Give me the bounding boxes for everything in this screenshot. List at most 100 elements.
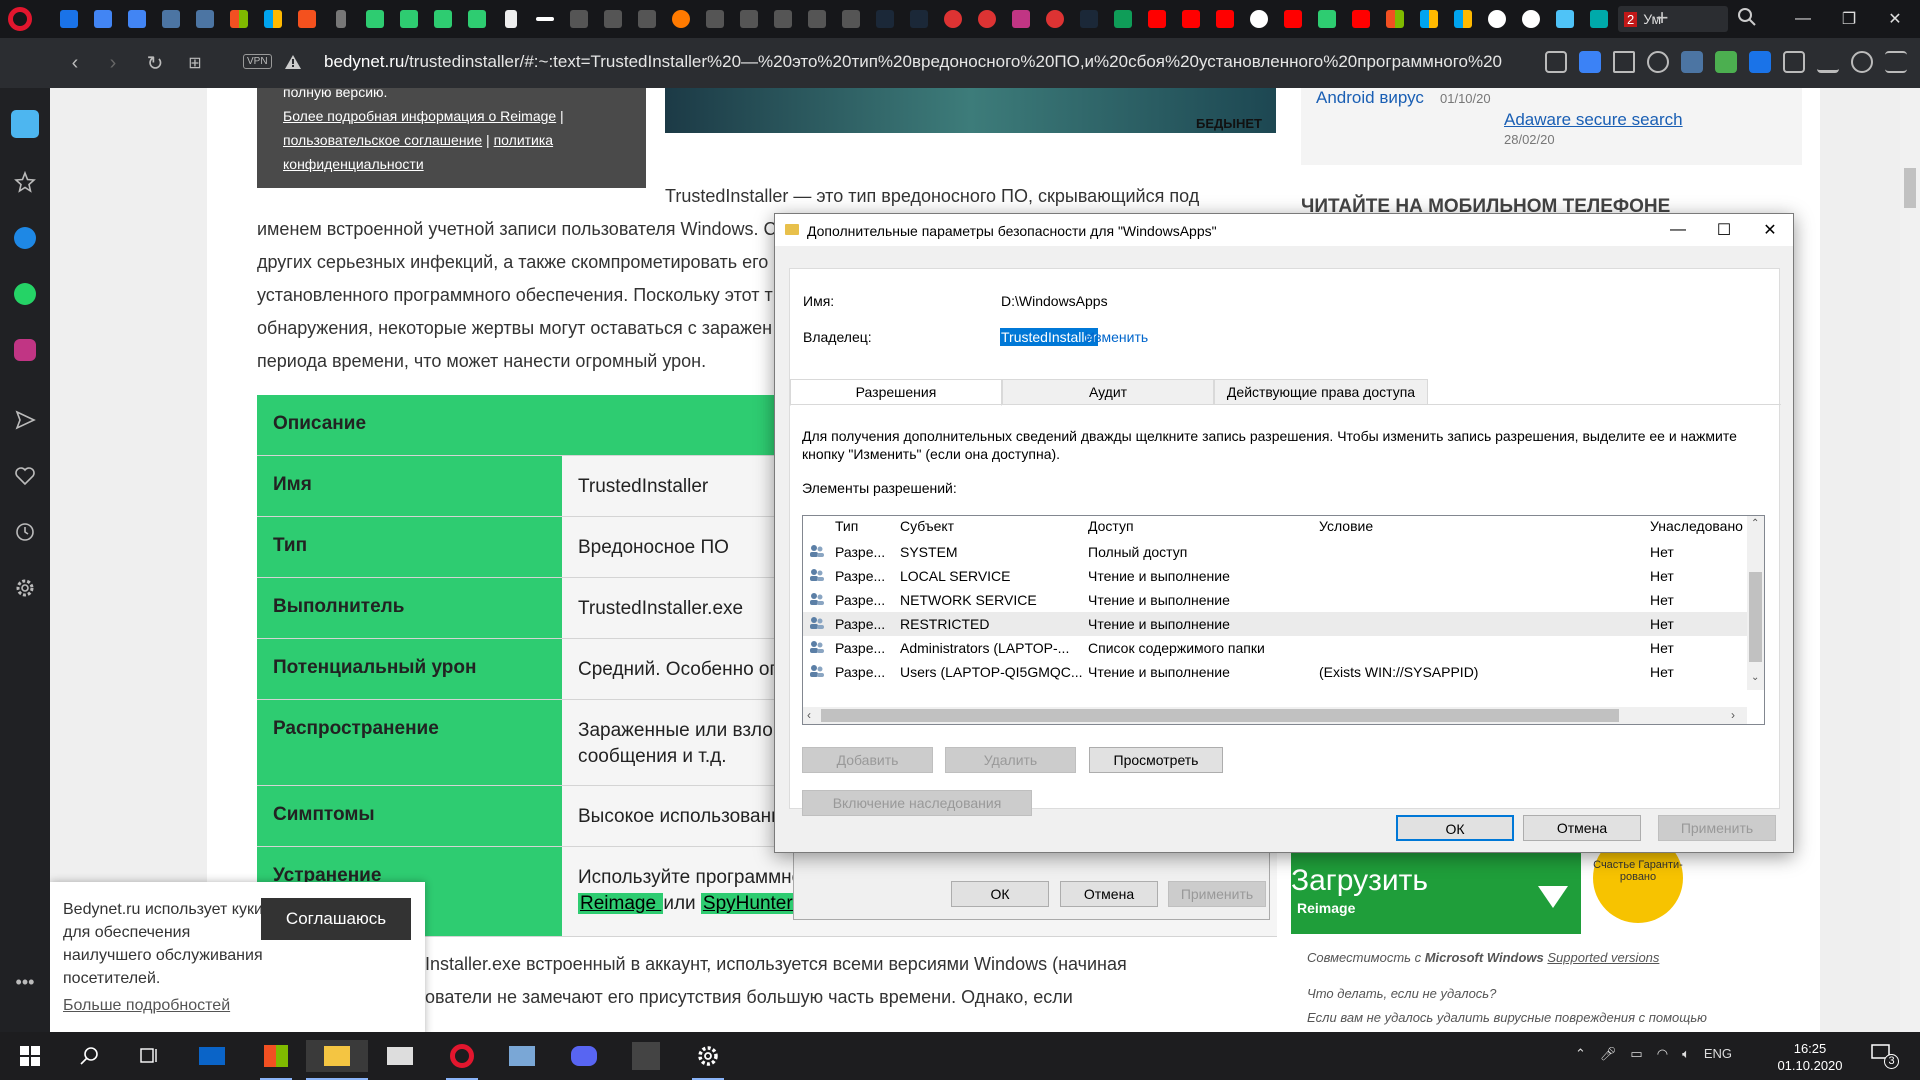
tab-favicon[interactable] <box>666 6 696 32</box>
box-icon[interactable] <box>1783 51 1805 73</box>
tabs-grid-icon[interactable]: ⊞ <box>182 50 208 76</box>
owner-change-link[interactable]: Изменить <box>1085 329 1148 345</box>
scroll-left-icon[interactable]: ‹ <box>807 708 811 722</box>
column-header[interactable]: Условие <box>1319 518 1373 534</box>
scrollbar-thumb[interactable] <box>1904 168 1916 208</box>
vscroll-thumb[interactable] <box>1749 572 1762 662</box>
scroll-right-icon[interactable]: › <box>1731 708 1735 722</box>
star-icon[interactable] <box>11 168 39 196</box>
tab-favicon[interactable] <box>54 6 84 32</box>
tab-favicon[interactable] <box>1346 6 1376 32</box>
tab-favicon[interactable] <box>1448 6 1478 32</box>
reload-icon[interactable]: ↻ <box>142 50 168 76</box>
remove-button[interactable]: Удалить <box>945 747 1076 773</box>
mail-icon[interactable] <box>196 1040 228 1072</box>
settings-icon[interactable] <box>11 574 39 602</box>
column-header[interactable]: Субъект <box>900 518 954 534</box>
minimize-icon[interactable]: — <box>1780 0 1826 38</box>
send-icon[interactable] <box>11 406 39 434</box>
column-header[interactable]: Тип <box>835 518 858 534</box>
promo-link-agreement[interactable]: пользовательское соглашение <box>283 132 482 148</box>
adaware-link[interactable]: Adaware secure search <box>1504 110 1683 130</box>
vpn-badge[interactable]: VPN <box>243 54 272 69</box>
menu-icon[interactable] <box>1885 51 1907 73</box>
microphone-icon[interactable]: 🎤︎ <box>1600 1046 1617 1062</box>
enable-inheritance-button[interactable]: Включение наследования <box>802 790 1032 816</box>
home-icon[interactable] <box>11 110 39 138</box>
tab-favicon[interactable] <box>1210 6 1240 32</box>
search-icon[interactable] <box>74 1040 106 1072</box>
cookie-accept-button[interactable]: Соглашаюсь <box>261 898 411 940</box>
url-field[interactable]: bedynet.ru/trustedinstaller/#:~:text=Tru… <box>324 52 1534 72</box>
permission-row[interactable]: Разре... Administrators (LAPTOP-... Спис… <box>803 636 1747 660</box>
tab-favicon[interactable] <box>394 6 424 32</box>
tab-favicon[interactable] <box>1414 6 1444 32</box>
tab-favicon[interactable] <box>1040 6 1070 32</box>
dialog-minimize-icon[interactable]: — <box>1655 214 1701 246</box>
books-icon[interactable] <box>384 1040 416 1072</box>
restore-icon[interactable]: ❐ <box>1826 0 1872 38</box>
heart-icon[interactable] <box>1647 51 1669 73</box>
ok-button[interactable]: ОК <box>1396 815 1514 841</box>
dialog-maximize-icon[interactable]: ☐ <box>1701 214 1747 246</box>
tab-favicon[interactable] <box>1584 6 1614 32</box>
tray-chevron-up-icon[interactable]: ⌃ <box>1575 1046 1586 1062</box>
tab-favicon[interactable] <box>802 6 832 32</box>
supported-versions-link[interactable]: Supported versions <box>1547 950 1659 965</box>
scroll-up-icon[interactable]: ⌃ <box>1751 518 1759 529</box>
battery-icon[interactable]: ▭ <box>1630 1046 1642 1062</box>
permission-row[interactable]: Разре... Users (LAPTOP-QI5GMQC... Чтение… <box>803 660 1747 684</box>
messenger-icon[interactable] <box>11 224 39 252</box>
apply-button[interactable]: Применить <box>1658 815 1776 841</box>
shield-icon[interactable] <box>1579 51 1601 73</box>
tab-favicon[interactable] <box>768 6 798 32</box>
permissions-hscroll[interactable]: ‹ › <box>803 707 1747 724</box>
tab-search-icon[interactable] <box>1736 6 1758 28</box>
tab-favicon[interactable] <box>496 6 526 32</box>
tab-favicon[interactable] <box>530 6 560 32</box>
back-cancel-button[interactable]: Отмена <box>1060 881 1158 907</box>
taskbar-clock[interactable]: 16:25 01.10.2020 <box>1770 1040 1850 1074</box>
permission-row[interactable]: Разре... SYSTEM Полный доступ Нет <box>803 540 1747 564</box>
tab-favicon[interactable] <box>190 6 220 32</box>
more-icon[interactable]: ••• <box>11 968 39 996</box>
app-icon[interactable] <box>506 1040 538 1072</box>
view-button[interactable]: Просмотреть <box>1089 747 1223 773</box>
volume-icon[interactable]: 🔈︎ <box>1682 1046 1690 1062</box>
tab-favicon[interactable] <box>1516 6 1546 32</box>
tab-favicon[interactable] <box>292 6 322 32</box>
discord-icon[interactable] <box>568 1040 600 1072</box>
downloads-icon[interactable] <box>1817 51 1839 73</box>
heart-icon[interactable] <box>11 462 39 490</box>
tab-favicon[interactable] <box>1380 6 1410 32</box>
promo-link-more[interactable]: Более подробная информация о Reimage <box>283 108 556 124</box>
download-arrow-icon[interactable] <box>1715 51 1737 73</box>
permission-row[interactable]: Разре... LOCAL SERVICE Чтение и выполнен… <box>803 564 1747 588</box>
tab-favicon[interactable] <box>836 6 866 32</box>
tab-favicon[interactable] <box>258 6 288 32</box>
add-button[interactable]: Добавить <box>802 747 933 773</box>
task-view-icon[interactable] <box>134 1040 166 1072</box>
vk-icon[interactable] <box>1681 51 1703 73</box>
tab-favicon[interactable] <box>938 6 968 32</box>
opera-taskbar-icon[interactable] <box>446 1040 478 1080</box>
new-tab-button[interactable]: + <box>1650 5 1674 31</box>
tab-favicon[interactable] <box>1550 6 1580 32</box>
tab-favicon[interactable] <box>1244 6 1274 32</box>
column-header[interactable]: Доступ <box>1088 518 1134 534</box>
tab-favicon[interactable] <box>632 6 662 32</box>
camera-icon[interactable] <box>1545 51 1567 73</box>
permission-row-selected[interactable]: Разре... RESTRICTED Чтение и выполнение … <box>803 612 1747 636</box>
start-windows-icon[interactable] <box>14 1040 46 1072</box>
page-scrollbar[interactable] <box>1900 88 1920 1032</box>
tab-favicon[interactable] <box>122 6 152 32</box>
tab-favicon[interactable] <box>904 6 934 32</box>
tab-favicon[interactable] <box>1482 6 1512 32</box>
download-button[interactable]: Загрузить Reimage <box>1291 846 1581 934</box>
tab-permissions[interactable]: Разрешения <box>790 379 1002 406</box>
permissions-vscroll[interactable]: ⌃ ⌄ <box>1747 516 1764 690</box>
wifi-icon[interactable]: ◠ <box>1657 1046 1668 1062</box>
tab-favicon[interactable] <box>1278 6 1308 32</box>
translate-icon[interactable] <box>1749 51 1771 73</box>
tab-favicon[interactable] <box>1074 6 1104 32</box>
